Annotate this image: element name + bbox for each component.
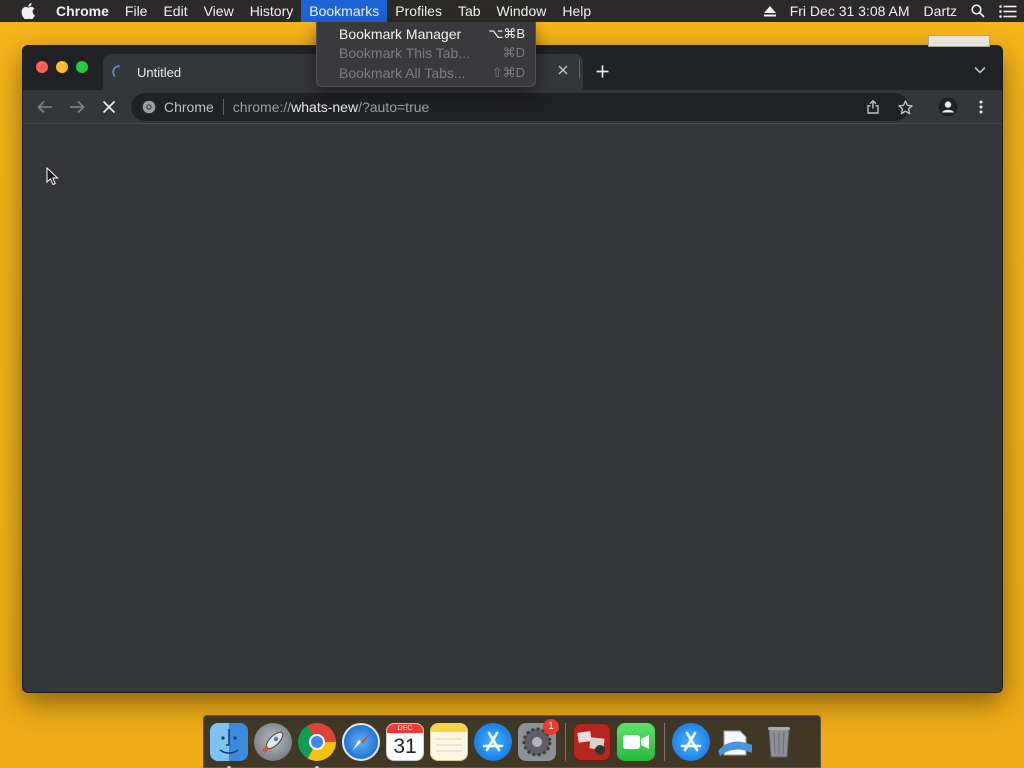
calendar-month: DEC xyxy=(387,723,423,733)
url-path: /?auto=true xyxy=(358,99,430,115)
tab-title: Untitled xyxy=(137,64,182,80)
loading-spinner-icon xyxy=(112,65,120,77)
dock-separator xyxy=(565,722,566,761)
app-store-downloads-icon[interactable] xyxy=(672,722,710,761)
chrome-app-icon[interactable] xyxy=(298,722,336,768)
facetime-icon[interactable] xyxy=(617,722,655,761)
profile-avatar-icon[interactable] xyxy=(936,95,960,119)
menuitem-label: Bookmark This Tab... xyxy=(339,45,470,62)
finder-icon[interactable] xyxy=(210,722,248,768)
menuitem-label: Bookmark All Tabs... xyxy=(339,64,466,81)
url-scheme: chrome:// xyxy=(232,99,292,115)
stop-loading-x-icon[interactable] xyxy=(97,95,121,119)
menuitem-label: Bookmark Manager xyxy=(339,25,462,42)
forward-arrow-icon[interactable] xyxy=(65,95,89,119)
chrome-site-icon xyxy=(142,100,156,114)
launchpad-rocket-icon[interactable] xyxy=(254,722,292,761)
spotlight-search-icon[interactable] xyxy=(964,0,992,22)
chrome-window: Untitled Chrome chrome:// whats-new /?au… xyxy=(22,45,1003,693)
share-icon[interactable] xyxy=(863,97,883,117)
eject-icon[interactable] xyxy=(757,0,783,22)
menu-edit[interactable]: Edit xyxy=(155,0,195,22)
photo-booth-icon[interactable] xyxy=(573,722,611,761)
app-store-icon[interactable] xyxy=(474,722,512,761)
trash-icon[interactable] xyxy=(760,723,798,761)
window-minimize-button[interactable] xyxy=(56,61,68,73)
menuitem-shortcut: ⌥⌘B xyxy=(488,25,525,41)
page-content[interactable] xyxy=(23,125,1002,692)
browser-toolbar: Chrome chrome://whats-new/?auto=true xyxy=(23,90,1002,124)
window-close-button[interactable] xyxy=(36,61,48,73)
tab-close-icon[interactable] xyxy=(555,62,571,78)
bookmark-star-icon[interactable] xyxy=(895,97,915,117)
back-arrow-icon[interactable] xyxy=(33,95,57,119)
more-menu-kebab-icon[interactable] xyxy=(969,95,993,119)
menu-help[interactable]: Help xyxy=(554,0,599,22)
dock-separator xyxy=(664,722,665,761)
tab-separator xyxy=(579,60,580,78)
menu-profiles[interactable]: Profiles xyxy=(387,0,450,22)
menu-bar: Chrome File Edit View History Bookmarks … xyxy=(0,0,1024,22)
omnibox-divider xyxy=(222,99,224,115)
new-tab-button[interactable] xyxy=(589,58,615,84)
notes-icon[interactable] xyxy=(430,722,468,761)
documents-folder-icon[interactable] xyxy=(716,723,754,761)
system-preferences-gear-icon[interactable]: 1 xyxy=(518,718,559,761)
menu-tab[interactable]: Tab xyxy=(450,0,489,22)
menubar-user[interactable]: Dartz xyxy=(917,0,964,22)
menu-view[interactable]: View xyxy=(196,0,242,22)
menu-bookmarks[interactable]: Bookmarks xyxy=(301,0,388,22)
bookmarks-menu-dropdown: Bookmark Manager ⌥⌘B Bookmark This Tab..… xyxy=(316,22,536,87)
omnibox-chip: Chrome xyxy=(164,99,214,115)
dock: DEC 31 1 xyxy=(203,715,821,768)
app-menu-chrome[interactable]: Chrome xyxy=(56,0,117,22)
menuitem-shortcut: ⇧⌘D xyxy=(491,64,525,80)
menu-file[interactable]: File xyxy=(117,0,156,22)
calendar-icon[interactable]: DEC 31 xyxy=(386,722,424,761)
menu-history[interactable]: History xyxy=(242,0,302,22)
tab-search-chevron-down-icon[interactable] xyxy=(970,60,990,80)
notification-center-icon[interactable] xyxy=(992,0,1024,22)
desktop-item-peek xyxy=(1004,262,1012,276)
menuitem-bookmark-this-tab: Bookmark This Tab... ⌘D xyxy=(317,44,535,64)
menubar-clock[interactable]: Fri Dec 31 3:08 AM xyxy=(783,0,917,22)
desktop-window-peek xyxy=(928,35,990,47)
apple-menu-icon[interactable] xyxy=(0,0,56,22)
calendar-day: 31 xyxy=(393,734,417,758)
notification-badge: 1 xyxy=(543,718,559,735)
menuitem-bookmark-all-tabs: Bookmark All Tabs... ⇧⌘D xyxy=(317,63,535,83)
menu-window[interactable]: Window xyxy=(489,0,555,22)
menuitem-shortcut: ⌘D xyxy=(502,45,525,61)
safari-compass-icon[interactable] xyxy=(342,722,380,761)
mouse-pointer-icon xyxy=(46,167,59,186)
window-zoom-button[interactable] xyxy=(76,61,88,73)
menuitem-bookmark-manager[interactable]: Bookmark Manager ⌥⌘B xyxy=(317,24,535,44)
url-host: whats-new xyxy=(291,99,359,115)
address-bar[interactable]: Chrome chrome://whats-new/?auto=true xyxy=(131,93,913,121)
